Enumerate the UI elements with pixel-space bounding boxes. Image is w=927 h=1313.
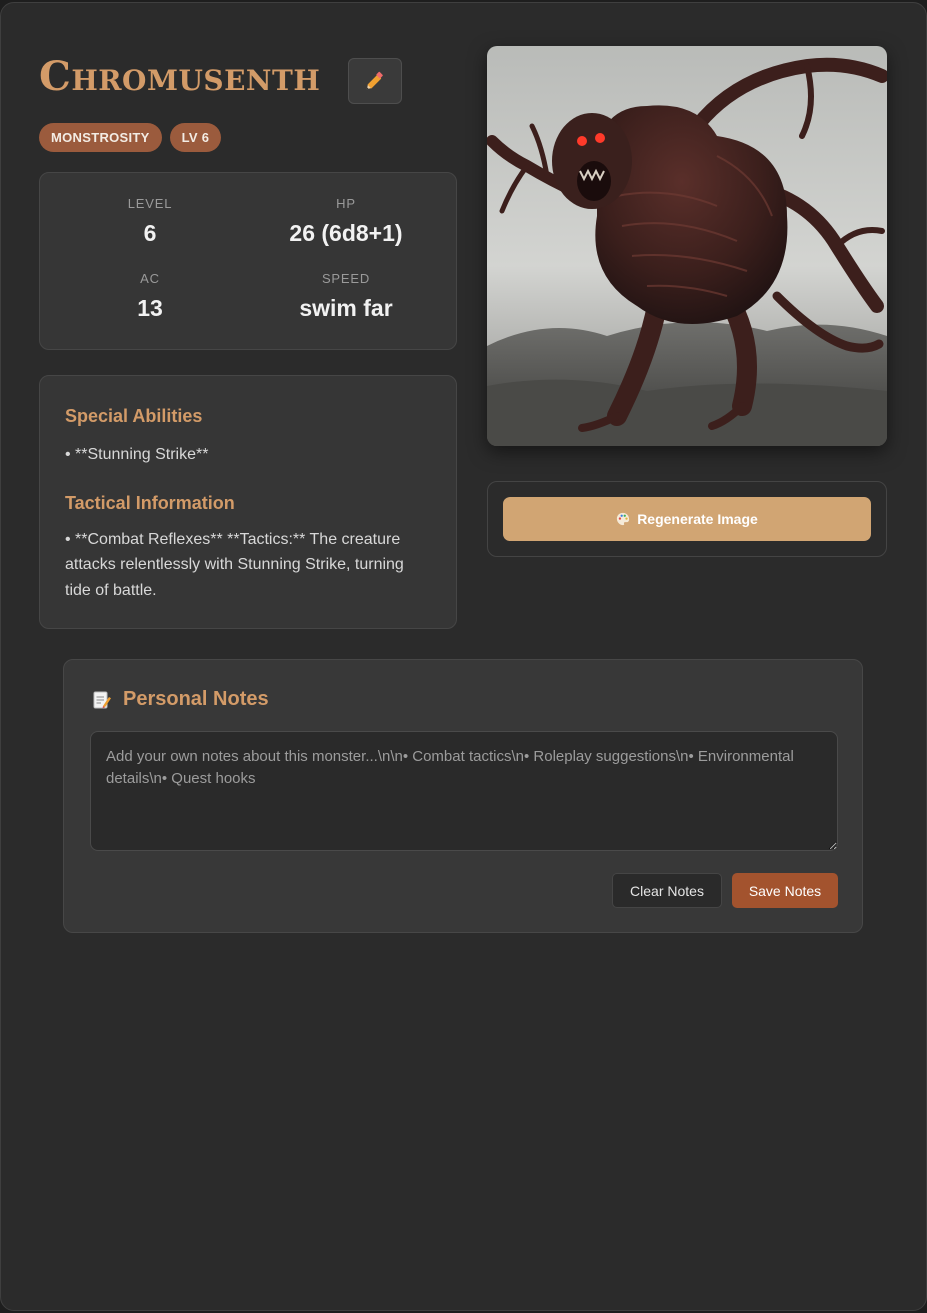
image-actions: Regenerate Image (487, 481, 887, 557)
notes-heading: Personal Notes (123, 688, 269, 710)
notes-textarea[interactable] (90, 731, 838, 851)
personal-notes-panel: Personal Notes Clear Notes Save Notes (63, 659, 863, 933)
abilities-heading: Special Abilities (65, 406, 203, 426)
details-panel: Special Abilities • **Stunning Strike** … (39, 375, 457, 629)
stat-level-value: 6 (143, 220, 157, 246)
stat-level: LEVEL 6 (50, 196, 250, 247)
monster-image (487, 46, 887, 446)
regenerate-image-button[interactable]: Regenerate Image (503, 497, 871, 541)
memo-icon (93, 691, 111, 708)
tactics-heading: Tactical Information (65, 492, 235, 513)
pencil-icon (366, 71, 383, 90)
stat-hp-label: HP (336, 196, 356, 211)
clear-notes-button[interactable]: Clear Notes (612, 873, 722, 908)
monster-name: Chromusenth (39, 53, 321, 100)
palette-icon (617, 512, 630, 526)
level-badge: LV 6 (169, 123, 222, 152)
stat-hp-value: 26 (6d8+1) (289, 220, 403, 246)
stat-level-label: LEVEL (127, 196, 173, 211)
stat-speed-label: SPEED (321, 271, 371, 286)
stat-ac: AC 13 (50, 271, 250, 322)
stat-hp: HP 26 (6d8+1) (246, 196, 446, 247)
stat-speed-value: swim far (299, 295, 393, 321)
clear-notes-label: Clear Notes (630, 882, 704, 899)
notes-header: Personal Notes (93, 688, 269, 711)
edit-name-button[interactable] (348, 58, 402, 104)
type-badge: MONSTROSITY (39, 123, 162, 152)
stat-ac-label: AC (140, 271, 160, 286)
abilities-text: • **Stunning Strike** (65, 446, 209, 463)
save-notes-button[interactable]: Save Notes (732, 873, 838, 908)
save-notes-label: Save Notes (748, 882, 822, 899)
monster-card: Chromusenth MONSTROSITY LV 6 LEVEL 6 HP … (0, 2, 927, 1311)
monster-tags: MONSTROSITY LV 6 (39, 123, 222, 152)
stat-speed: SPEED swim far (246, 271, 446, 322)
tactics-text: • **Combat Reflexes** **Tactics:** The c… (65, 530, 404, 599)
regenerate-image-label: Regenerate Image (637, 511, 758, 527)
stats-panel: LEVEL 6 HP 26 (6d8+1) AC 13 SPEED swim f… (39, 172, 457, 350)
stat-ac-value: 13 (137, 295, 163, 321)
